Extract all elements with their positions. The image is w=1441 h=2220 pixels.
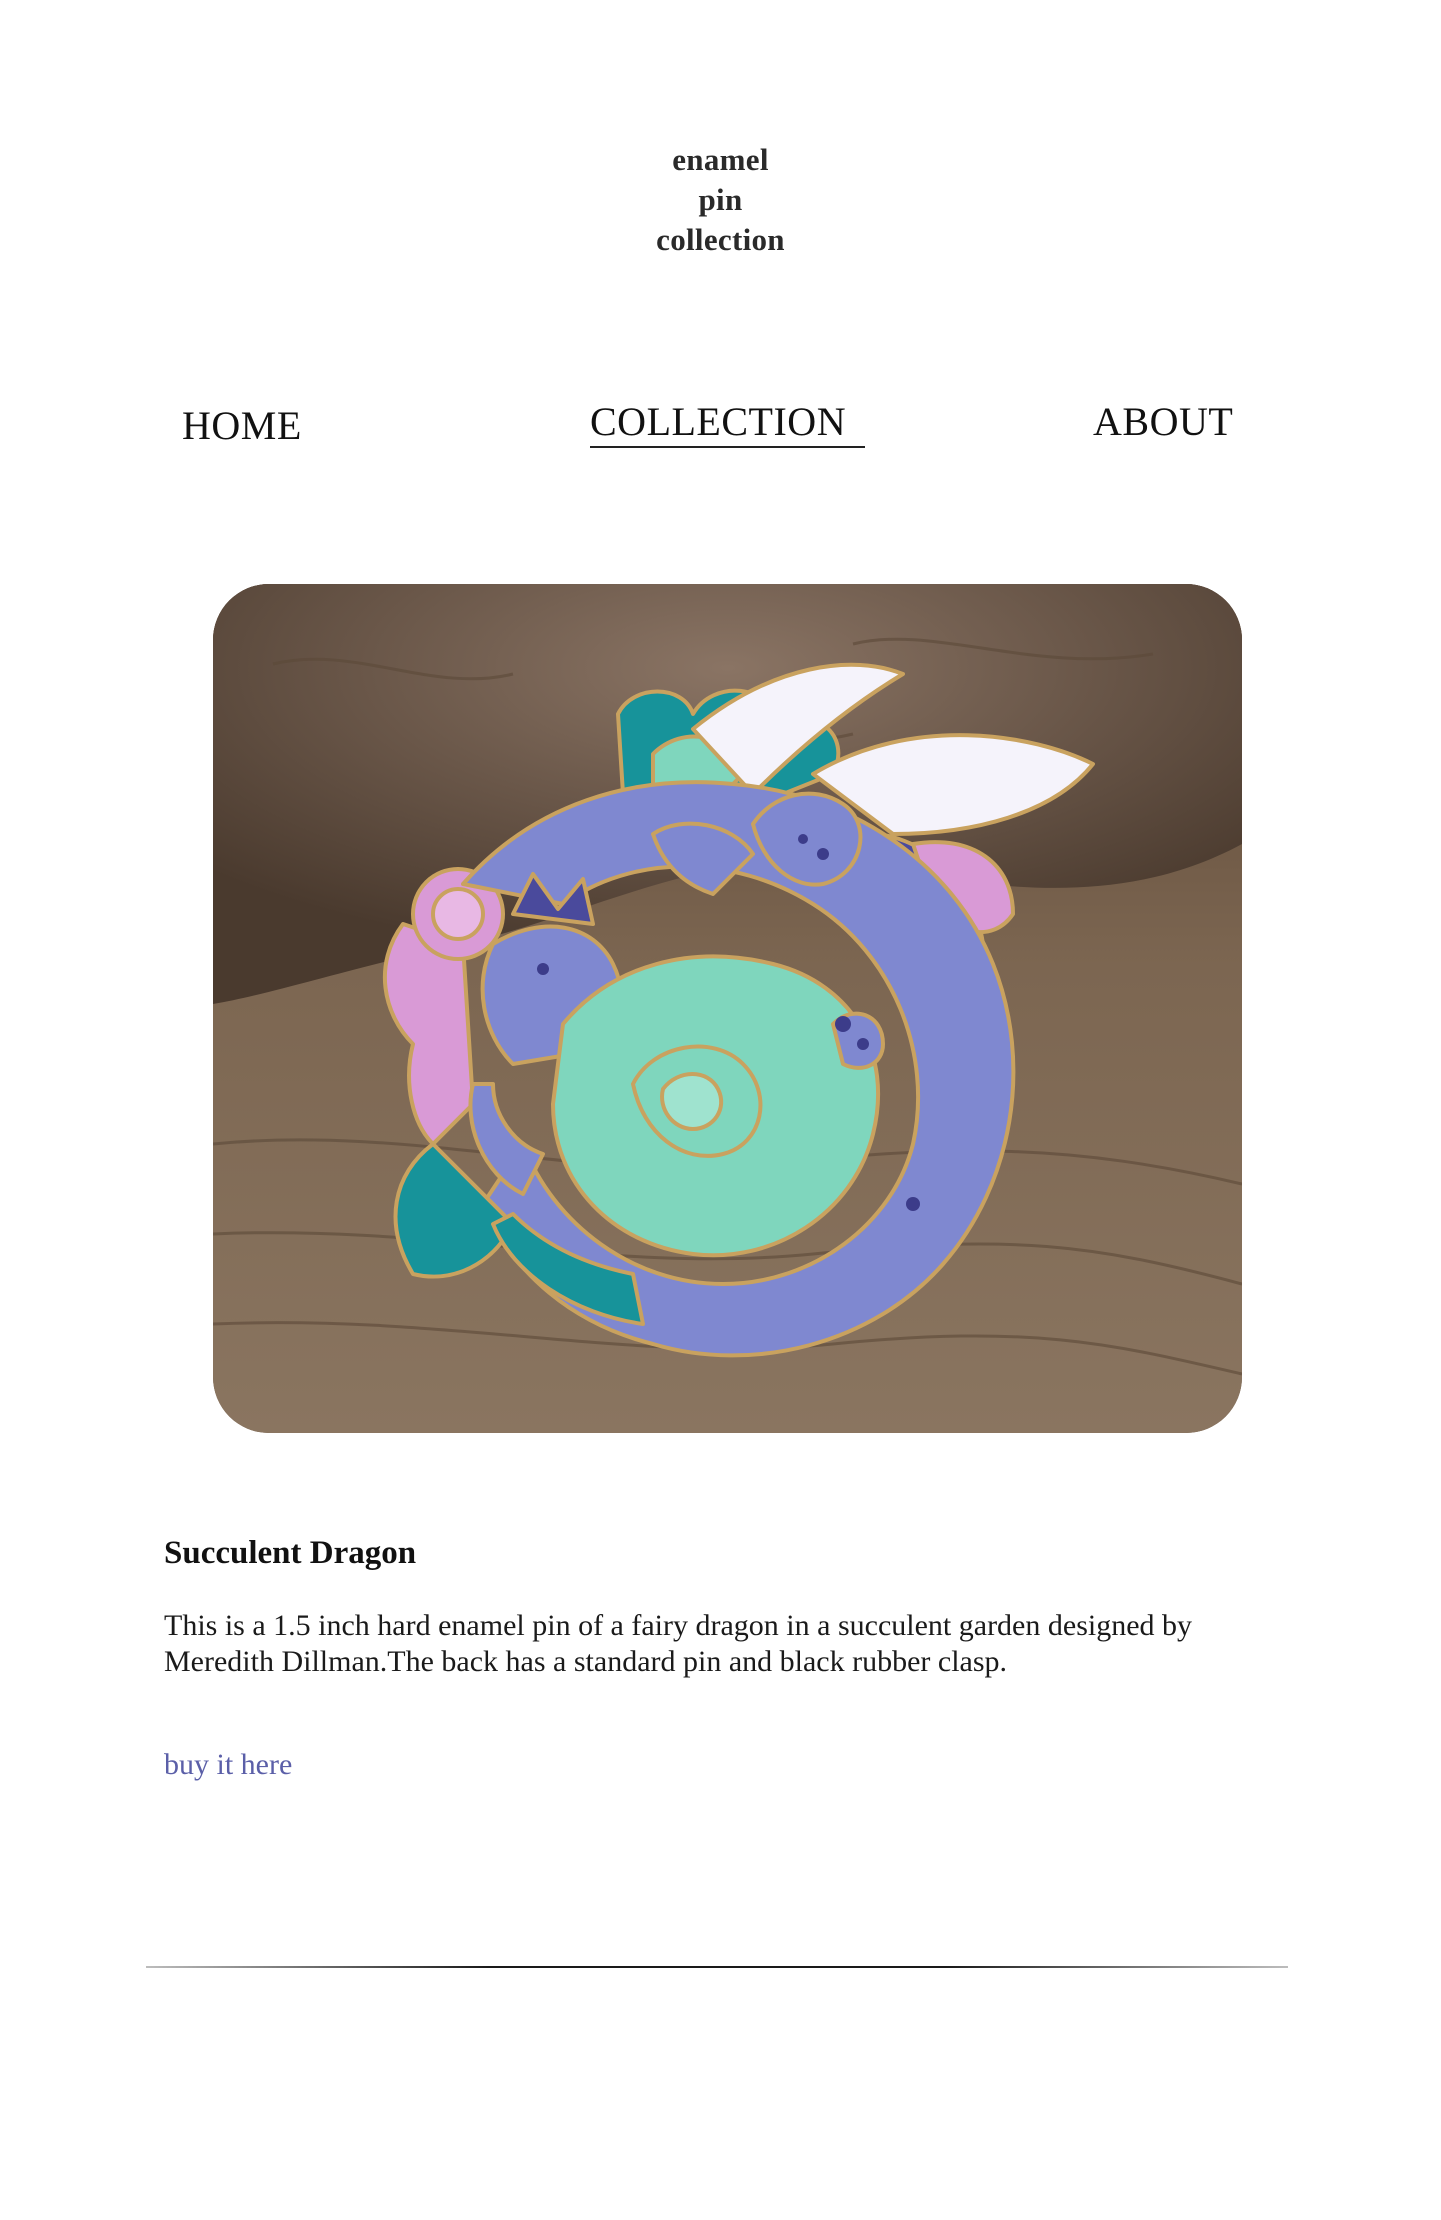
dragon-pin-illustration (213, 584, 1242, 1433)
product-description: This is a 1.5 inch hard enamel pin of a … (164, 1609, 1193, 1678)
nav-active-underline (590, 446, 865, 448)
nav-about-link[interactable]: ABOUT (1093, 398, 1233, 446)
nav-collection-link[interactable]: COLLECTION (590, 398, 846, 446)
site-title-line-3: collection (656, 222, 785, 257)
footer-divider (146, 1966, 1288, 1968)
site-title-line-2: pin (698, 182, 743, 217)
product-image (213, 584, 1242, 1433)
buy-link[interactable]: buy it here (164, 1748, 292, 1782)
nav-home-link[interactable]: HOME (182, 402, 302, 450)
product-name: Succulent Dragon (164, 1535, 417, 1571)
site-title: enamel pin collection (0, 140, 1441, 260)
site-title-line-1: enamel (672, 142, 769, 177)
